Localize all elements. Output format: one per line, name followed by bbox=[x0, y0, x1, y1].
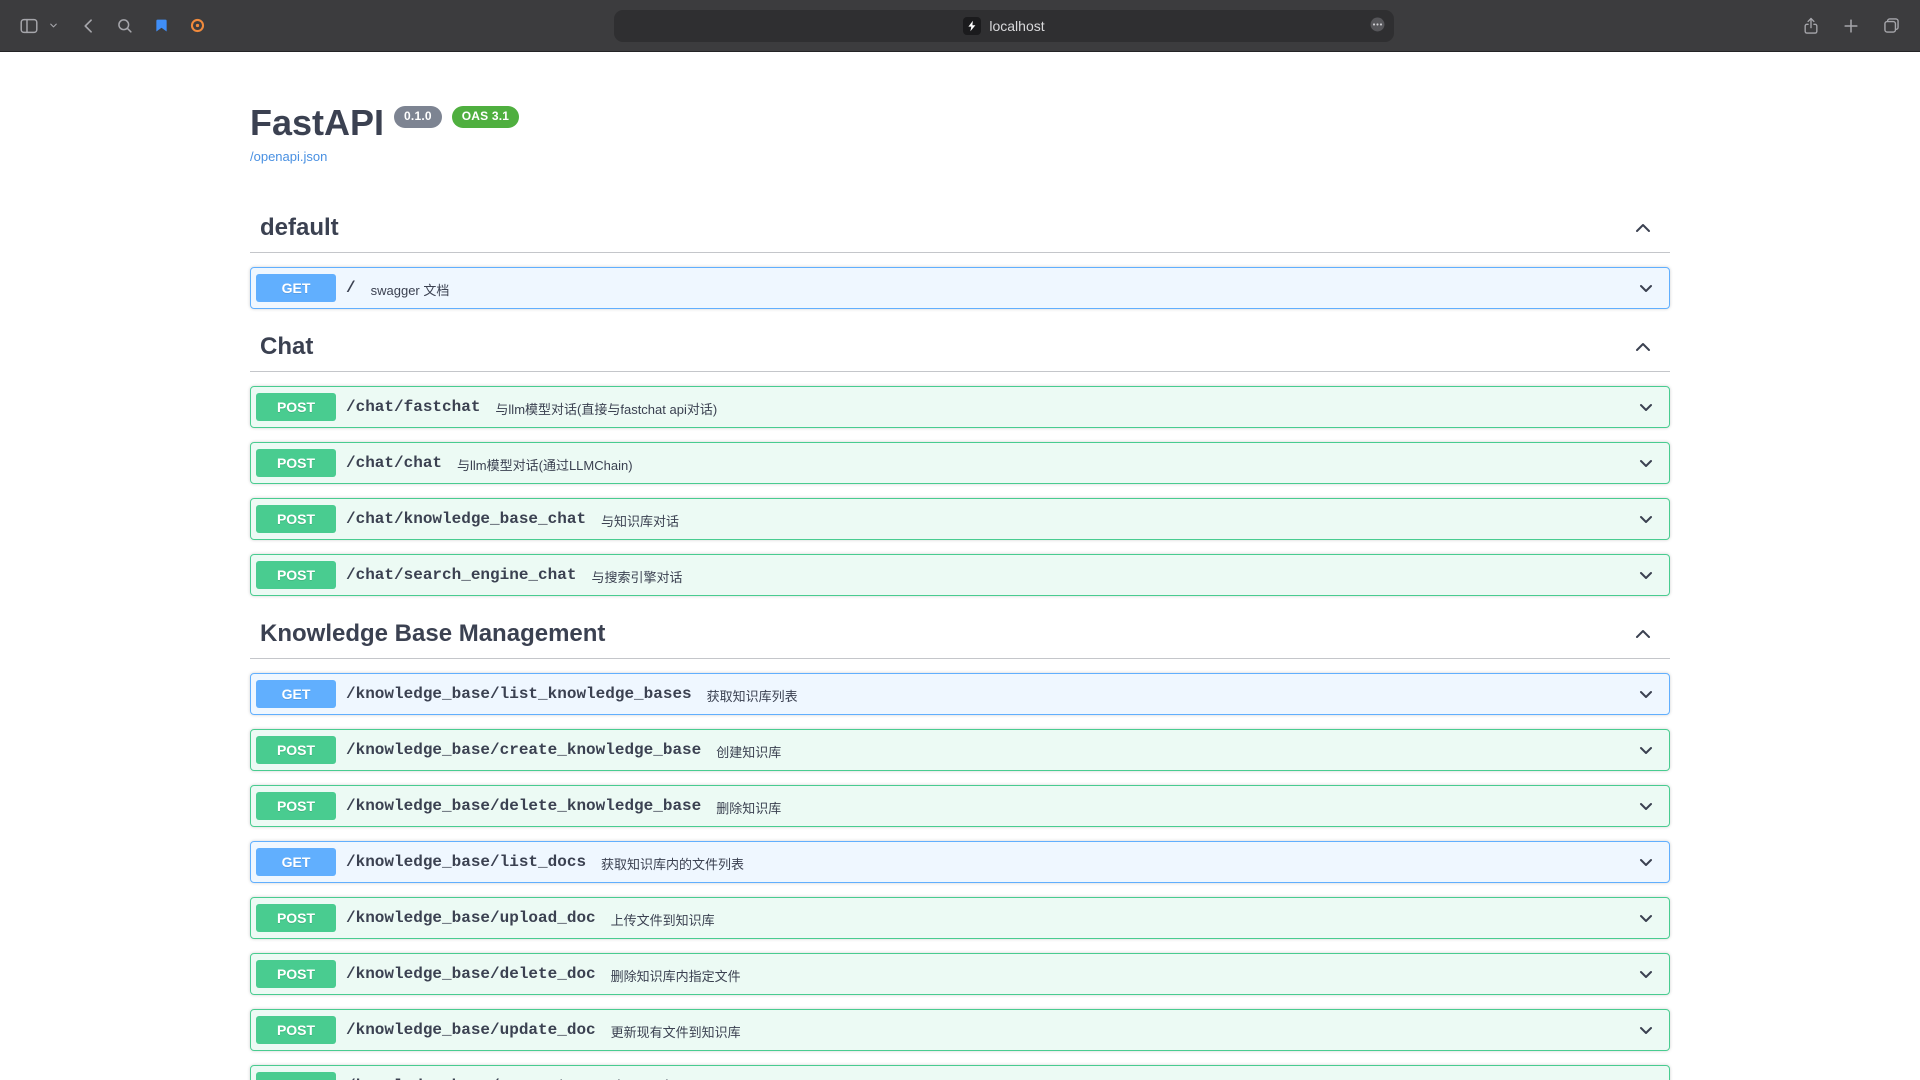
operation-description: 与知识库对话 bbox=[601, 511, 679, 530]
method-badge: POST bbox=[256, 505, 336, 533]
chevron-up-icon bbox=[1632, 623, 1654, 645]
method-badge: POST bbox=[256, 393, 336, 421]
bookmark-extension-icon[interactable] bbox=[146, 10, 176, 42]
chevron-down-icon bbox=[1636, 278, 1656, 298]
api-info: FastAPI 0.1.0 OAS 3.1 /openapi.json bbox=[250, 102, 1670, 166]
api-title-text: FastAPI bbox=[250, 102, 384, 143]
operation-path: /chat/chat bbox=[346, 454, 442, 472]
chevron-down-icon bbox=[1636, 796, 1656, 816]
page-menu-icon[interactable] bbox=[1368, 15, 1387, 37]
sidebar-toggle[interactable] bbox=[14, 10, 60, 42]
sections: default GET / swagger 文档 Chat POST/chat/fastc… bbox=[250, 204, 1670, 1080]
operation-path: /knowledge_base/list_knowledge_bases bbox=[346, 685, 692, 703]
url-text: localhost bbox=[989, 18, 1044, 34]
section-header-knowledge-base-management[interactable]: Knowledge Base Management bbox=[250, 610, 1670, 659]
operation-row[interactable]: POST/chat/knowledge_base_chat 与知识库对话 bbox=[250, 498, 1670, 540]
chevron-down-icon bbox=[1636, 453, 1656, 473]
operation-row[interactable]: GET/knowledge_base/list_docs 获取知识库内的文件列表 bbox=[250, 841, 1670, 883]
chevron-down-icon bbox=[1636, 1076, 1656, 1080]
version-badge: 0.1.0 bbox=[394, 106, 442, 128]
operation-row[interactable]: POST/knowledge_base/update_doc 更新现有文件到知识库 bbox=[250, 1009, 1670, 1051]
operation-row[interactable]: GET / swagger 文档 bbox=[250, 267, 1670, 309]
chevron-down-icon bbox=[46, 10, 60, 42]
chevron-up-icon bbox=[1632, 217, 1654, 239]
back-button[interactable] bbox=[74, 10, 104, 42]
chevron-down-icon bbox=[1636, 1020, 1656, 1040]
operation-row[interactable]: POST/knowledge_base/delete_doc 删除知识库内指定文件 bbox=[250, 953, 1670, 995]
chevron-down-icon bbox=[1636, 397, 1656, 417]
operation-path: / bbox=[346, 279, 356, 297]
operation-description: 获取知识库列表 bbox=[707, 686, 798, 705]
operation-path: /knowledge_base/list_docs bbox=[346, 853, 586, 871]
operation-row[interactable]: POST/knowledge_base/delete_knowledge_bas… bbox=[250, 785, 1670, 827]
chevron-down-icon bbox=[1636, 565, 1656, 585]
search-icon[interactable] bbox=[110, 10, 140, 42]
operation-row[interactable]: POST/chat/chat 与llm模型对话(通过LLMChain) bbox=[250, 442, 1670, 484]
operation-path: /chat/fastchat bbox=[346, 398, 480, 416]
section-title: default bbox=[260, 214, 339, 242]
method-badge: GET bbox=[256, 680, 336, 708]
record-extension-icon[interactable] bbox=[182, 10, 212, 42]
operation-row[interactable]: POST/chat/fastchat 与llm模型对话(直接与fastchat a… bbox=[250, 386, 1670, 428]
tag-section-default: default GET / swagger 文档 bbox=[250, 204, 1670, 309]
method-badge: POST bbox=[256, 1072, 336, 1080]
operation-description: 创建知识库 bbox=[716, 742, 781, 761]
page-title: FastAPI 0.1.0 OAS 3.1 bbox=[250, 102, 1670, 143]
swagger-page: FastAPI 0.1.0 OAS 3.1 /openapi.json defa… bbox=[0, 52, 1920, 1080]
operation-description: 更新现有文件到知识库 bbox=[611, 1022, 741, 1041]
sidebar-icon bbox=[14, 10, 44, 42]
chevron-down-icon bbox=[1636, 908, 1656, 928]
operation-path: /knowledge_base/update_doc bbox=[346, 1021, 596, 1039]
address-bar[interactable]: localhost bbox=[614, 10, 1394, 42]
method-badge: POST bbox=[256, 736, 336, 764]
operation-description: 删除知识库内指定文件 bbox=[611, 966, 741, 985]
oas-badge: OAS 3.1 bbox=[452, 106, 519, 128]
operation-description: 获取知识库内的文件列表 bbox=[601, 854, 744, 873]
chevron-down-icon bbox=[1636, 964, 1656, 984]
chevron-down-icon bbox=[1636, 852, 1656, 872]
operation-path: /knowledge_base/delete_knowledge_base bbox=[346, 797, 701, 815]
chevron-down-icon bbox=[1636, 509, 1656, 529]
operation-row[interactable]: GET/knowledge_base/list_knowledge_bases 获… bbox=[250, 673, 1670, 715]
operation-description: 删除知识库 bbox=[716, 798, 781, 817]
operation-description: 与llm模型对话(直接与fastchat api对话) bbox=[495, 399, 717, 418]
operation-row[interactable]: POST/knowledge_base/upload_doc 上传文件到知识库 bbox=[250, 897, 1670, 939]
operation-path: /knowledge_base/upload_doc bbox=[346, 909, 596, 927]
operation-path: /chat/search_engine_chat bbox=[346, 566, 576, 584]
share-icon[interactable] bbox=[1796, 10, 1826, 42]
section-header-default[interactable]: default bbox=[250, 204, 1670, 253]
method-badge: GET bbox=[256, 848, 336, 876]
operation-path: /knowledge_base/delete_doc bbox=[346, 965, 596, 983]
operation-path: /chat/knowledge_base_chat bbox=[346, 510, 586, 528]
new-tab-icon[interactable] bbox=[1836, 10, 1866, 42]
chevron-up-icon bbox=[1632, 336, 1654, 358]
chevron-down-icon bbox=[1636, 684, 1656, 704]
section-title: Chat bbox=[260, 333, 313, 361]
method-badge: POST bbox=[256, 449, 336, 477]
method-badge: POST bbox=[256, 904, 336, 932]
operation-row[interactable]: POST/chat/search_engine_chat 与搜索引擎对话 bbox=[250, 554, 1670, 596]
tabs-overview-icon[interactable] bbox=[1876, 10, 1906, 42]
operation-description: swagger 文档 bbox=[371, 280, 450, 299]
method-badge: POST bbox=[256, 960, 336, 988]
method-badge: POST bbox=[256, 1016, 336, 1044]
operation-row[interactable]: POST/knowledge_base/create_knowledge_bas… bbox=[250, 729, 1670, 771]
chevron-down-icon bbox=[1636, 740, 1656, 760]
operation-description: 与llm模型对话(通过LLMChain) bbox=[457, 455, 633, 474]
operation-row[interactable]: POST/knowledge_base/recreate_vector_stor… bbox=[250, 1065, 1670, 1080]
method-badge: POST bbox=[256, 792, 336, 820]
method-badge: GET bbox=[256, 274, 336, 302]
section-title: Knowledge Base Management bbox=[260, 620, 605, 648]
site-favicon bbox=[963, 17, 981, 35]
tag-section-chat: Chat POST/chat/fastchat 与llm模型对话(直接与fastch… bbox=[250, 323, 1670, 596]
operation-path: /knowledge_base/create_knowledge_base bbox=[346, 741, 701, 759]
method-badge: POST bbox=[256, 561, 336, 589]
browser-toolbar: localhost bbox=[0, 0, 1920, 52]
openapi-spec-link[interactable]: /openapi.json bbox=[250, 149, 327, 164]
section-header-chat[interactable]: Chat bbox=[250, 323, 1670, 372]
tag-section-knowledge-base-management: Knowledge Base Management GET/knowledge_b… bbox=[250, 610, 1670, 1080]
operation-description: 上传文件到知识库 bbox=[611, 910, 715, 929]
operation-description: 与搜索引擎对话 bbox=[591, 567, 682, 586]
